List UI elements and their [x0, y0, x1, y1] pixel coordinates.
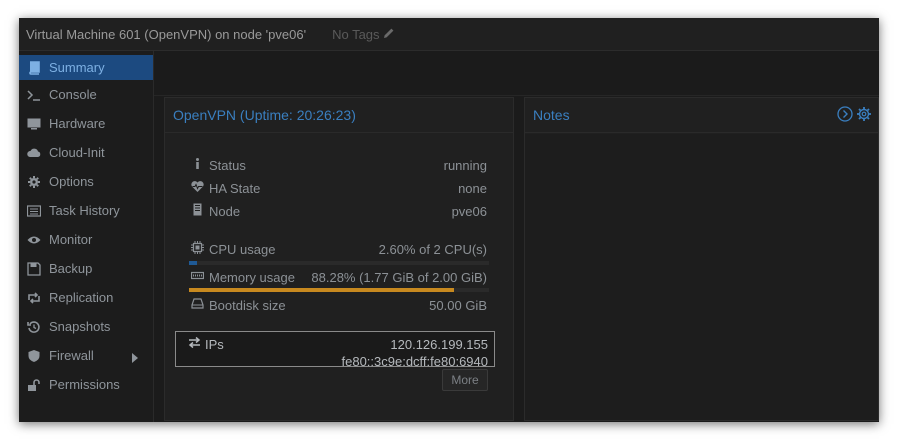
status-value: running: [443, 157, 487, 173]
sidebar-item-label: Summary: [49, 60, 105, 75]
cpu-icon: [191, 241, 204, 257]
sidebar-item-cloud-init[interactable]: Cloud-Init: [19, 138, 153, 167]
tags-editor[interactable]: No Tags: [332, 27, 394, 42]
ips-values: 120.126.199.155 fe80::3c9e:dcff:fe80:694…: [342, 336, 489, 370]
pencil-icon[interactable]: [383, 27, 395, 42]
title-bar: Virtual Machine 601 (OpenVPN) on node 'p…: [19, 18, 879, 51]
unlock-icon: [26, 377, 42, 393]
ip-address: fe80::3c9e:dcff:fe80:6940: [341, 354, 489, 369]
sidebar-item-snapshots[interactable]: Snapshots: [19, 312, 153, 341]
exchange-icon: [188, 336, 201, 352]
bootdisk-value: 50.00 GiB: [429, 297, 487, 313]
heartbeat-icon: [191, 180, 204, 196]
cpu-value: 2.60% of 2 CPU(s): [378, 241, 487, 257]
monitor-icon: [26, 116, 42, 132]
chevron-circle-right-icon[interactable]: [837, 105, 853, 125]
status-row: Status running: [191, 156, 487, 174]
shield-icon: [26, 348, 42, 364]
sidebar-item-label: Replication: [49, 290, 114, 305]
book-icon: [26, 60, 42, 76]
memory-bar-fill: [189, 288, 454, 292]
sidebar-item-label: Options: [49, 174, 94, 189]
node-value: pve06: [451, 203, 487, 219]
status-panel: OpenVPN (Uptime: 20:26:23) Status runnin…: [164, 97, 514, 421]
memory-value: 88.28% (1.77 GiB of 2.00 GiB): [311, 269, 487, 285]
eye-icon: [26, 232, 42, 248]
sidebar-item-label: Permissions: [49, 377, 120, 392]
retweet-icon: [26, 290, 42, 306]
cpu-label: CPU usage: [209, 241, 276, 257]
tags-label: No Tags: [332, 26, 380, 42]
toolbar-strip: [154, 51, 879, 96]
floppy-icon: [26, 261, 42, 277]
memory-bar: [189, 288, 489, 292]
ha-state-row: HA State none: [191, 179, 487, 197]
sidebar-item-hardware[interactable]: Hardware: [19, 109, 153, 138]
hdd-icon: [191, 297, 204, 313]
sidebar-item-summary[interactable]: Summary: [19, 55, 153, 80]
info-icon: [191, 157, 204, 173]
sidebar-item-permissions[interactable]: Permissions: [19, 370, 153, 399]
sidebar-item-label: Snapshots: [49, 319, 111, 334]
cpu-bar-fill: [189, 261, 197, 265]
notes-body: [525, 134, 878, 420]
history-icon: [26, 319, 42, 335]
sidebar-item-label: Console: [49, 87, 97, 102]
cloud-icon: [26, 145, 42, 161]
memory-row: Memory usage 88.28% (1.77 GiB of 2.00 Gi…: [190, 268, 487, 286]
main-content: OpenVPN (Uptime: 20:26:23) Status runnin…: [154, 51, 879, 422]
ha-state-label: HA State: [209, 180, 261, 196]
node-label: Node: [209, 203, 241, 219]
bootdisk-label: Bootdisk size: [209, 297, 286, 313]
bootdisk-row: Bootdisk size 50.00 GiB: [191, 296, 487, 314]
vm-window: Virtual Machine 601 (OpenVPN) on node 'p…: [19, 18, 879, 422]
gear-icon: [26, 174, 42, 190]
cpu-bar: [189, 261, 489, 265]
chevron-right-icon[interactable]: [131, 351, 139, 363]
sidebar-item-label: Hardware: [49, 116, 106, 131]
vm-title: Virtual Machine 601 (OpenVPN) on node 'p…: [26, 26, 307, 42]
sidebar-item-replication[interactable]: Replication: [19, 283, 153, 312]
status-panel-title: OpenVPN (Uptime: 20:26:23): [165, 98, 513, 133]
sidebar-item-label: Firewall: [49, 348, 94, 363]
more-button[interactable]: More: [442, 369, 488, 391]
sidebar-item-label: Cloud-Init: [49, 145, 105, 160]
building-icon: [191, 203, 204, 219]
sidebar-item-backup[interactable]: Backup: [19, 254, 153, 283]
node-row: Node pve06: [191, 202, 487, 220]
sidebar-item-options[interactable]: Options: [19, 167, 153, 196]
status-label: Status: [209, 157, 246, 173]
sidebar-item-label: Monitor: [49, 232, 93, 247]
memory-icon: [190, 269, 205, 285]
sidebar: Summary Console Hardware Cloud-Init Opti…: [19, 51, 154, 422]
ip-address: 120.126.199.155: [390, 337, 488, 352]
list-icon: [26, 203, 42, 219]
gear-icon[interactable]: [856, 106, 872, 125]
sidebar-item-task-history[interactable]: Task History: [19, 196, 153, 225]
sidebar-item-monitor[interactable]: Monitor: [19, 225, 153, 254]
sidebar-item-firewall[interactable]: Firewall: [19, 341, 153, 370]
ips-label: IPs: [205, 336, 224, 352]
terminal-icon: [26, 87, 42, 103]
notes-panel-header: Notes: [525, 98, 878, 133]
sidebar-item-label: Task History: [49, 203, 120, 218]
memory-label: Memory usage: [209, 269, 295, 285]
ha-state-value: none: [458, 180, 487, 196]
ips-box: IPs 120.126.199.155 fe80::3c9e:dcff:fe80…: [175, 331, 495, 370]
sidebar-item-label: Backup: [49, 261, 93, 276]
notes-panel: Notes: [524, 97, 879, 421]
sidebar-item-console[interactable]: Console: [19, 80, 153, 109]
cpu-row: CPU usage 2.60% of 2 CPU(s): [191, 240, 487, 258]
notes-title: Notes: [533, 107, 570, 123]
